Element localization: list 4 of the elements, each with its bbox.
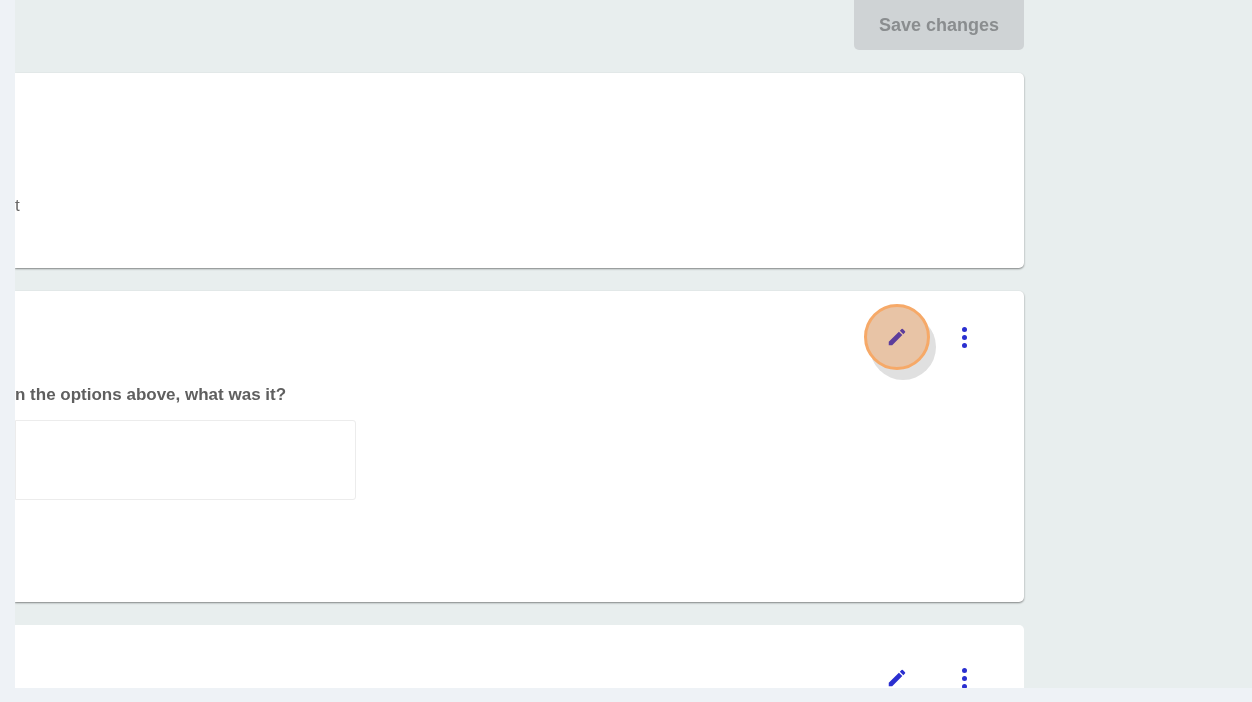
pencil-icon bbox=[886, 326, 908, 348]
pencil-icon bbox=[886, 667, 908, 688]
question-text: n the options above, what was it? bbox=[15, 384, 288, 406]
card-text: t bbox=[15, 196, 20, 215]
